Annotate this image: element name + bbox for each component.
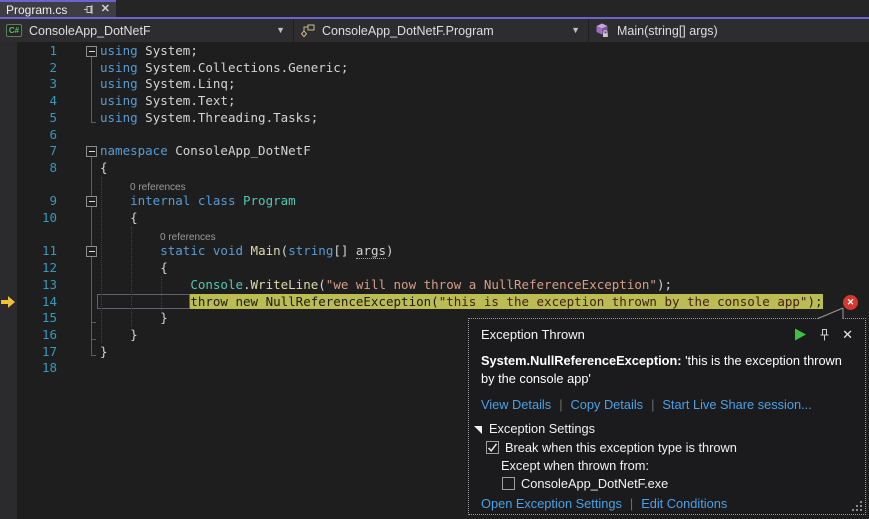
popup-callout-pointer <box>797 304 857 320</box>
exception-message: System.NullReferenceException: 'this is … <box>481 352 855 387</box>
except-when-thrown-label: Except when thrown from: <box>501 458 853 473</box>
class-dropdown[interactable]: ConsoleApp_DotNetF.Program ▼ <box>294 19 589 42</box>
checkmark-icon <box>487 442 498 453</box>
fold-toggle-icon[interactable] <box>86 146 97 157</box>
fold-guide-tick <box>91 355 96 356</box>
code-line-5[interactable]: 5using System.Threading.Tasks; <box>0 110 869 127</box>
popup-title: Exception Thrown <box>481 327 794 342</box>
line-number: 2 <box>0 60 57 77</box>
code-navigation-bar: C# ConsoleApp_DotNetF ▼ ConsoleApp_DotNe… <box>0 19 869 42</box>
line-number: 16 <box>0 327 57 344</box>
line-number: 6 <box>0 127 57 144</box>
code-line-1[interactable]: 1using System; <box>0 43 869 60</box>
line-number: 9 <box>0 193 57 210</box>
continue-play-icon[interactable] <box>794 328 807 341</box>
line-number: 8 <box>0 160 57 177</box>
exception-helper-popup: Exception Thrown ✕ System.NullReferenceE… <box>468 318 866 515</box>
tab-bar: Program.cs ✕ <box>0 0 869 19</box>
close-icon[interactable]: ✕ <box>842 328 853 341</box>
fold-guide-tick <box>91 322 96 323</box>
exception-type: System.NullReferenceException: <box>481 353 682 368</box>
module-checkbox[interactable] <box>502 477 515 490</box>
popup-action-links: View Details | Copy Details | Start Live Sha… <box>481 397 853 412</box>
code-line-8[interactable]: 8{ <box>0 160 869 177</box>
module-checkbox-label: ConsoleApp_DotNetF.exe <box>521 476 668 491</box>
exception-settings-header: Exception Settings <box>489 421 595 436</box>
private-method-icon <box>595 23 610 38</box>
link-separator: | <box>630 496 633 511</box>
member-dropdown[interactable]: Main(string[] args) <box>589 19 869 42</box>
line-number: 15 <box>0 310 57 327</box>
csharp-project-icon: C# <box>6 24 22 37</box>
link-separator: | <box>559 397 562 412</box>
link-edit-conditions[interactable]: Edit Conditions <box>641 496 727 511</box>
break-checkbox-label: Break when this exception type is thrown <box>505 440 737 455</box>
line-number: 18 <box>0 360 57 377</box>
fold-guide-tick <box>91 339 96 340</box>
line-number: 13 <box>0 277 57 294</box>
codelens-row: 0 references <box>0 177 869 194</box>
line-number: 3 <box>0 76 57 93</box>
vs-debugger-window: { "colors": { "accent_purple": "#6A63D0"… <box>0 0 869 519</box>
indent-guide <box>101 177 102 343</box>
fold-guide-line <box>91 57 92 122</box>
indent-guide <box>161 277 162 310</box>
code-line-4[interactable]: 4using System.Text; <box>0 93 869 110</box>
link-view-details[interactable]: View Details <box>481 397 551 412</box>
chevron-down-icon: ▼ <box>571 25 580 35</box>
chevron-down-icon: ▼ <box>276 25 285 35</box>
link-open-exception-settings[interactable]: Open Exception Settings <box>481 496 622 511</box>
code-line-6[interactable]: 6 <box>0 127 869 144</box>
indent-guide <box>131 227 132 327</box>
close-icon[interactable]: ✕ <box>101 4 110 15</box>
class-dropdown-label: ConsoleApp_DotNetF.Program <box>322 24 494 38</box>
line-number: 10 <box>0 210 57 227</box>
exception-line-highlight: throw new NullReferenceException("this i… <box>190 294 822 309</box>
fold-toggle-icon[interactable] <box>86 246 97 257</box>
fold-toggle-icon[interactable] <box>86 46 97 57</box>
expander-expanded-icon[interactable] <box>473 424 483 434</box>
line-number: 17 <box>0 344 57 361</box>
line-number: 1 <box>0 43 57 60</box>
member-dropdown-label: Main(string[] args) <box>617 24 718 38</box>
popup-settings-links: Open Exception Settings | Edit Conditions <box>481 496 853 511</box>
line-number: 11 <box>0 243 57 260</box>
tab-title: Program.cs <box>6 3 76 17</box>
break-checkbox[interactable] <box>486 441 499 454</box>
link-separator: | <box>651 397 654 412</box>
link-start-live-share-session[interactable]: Start Live Share session... <box>662 397 811 412</box>
pin-icon[interactable] <box>83 4 94 15</box>
tab-program-cs[interactable]: Program.cs ✕ <box>0 0 116 17</box>
link-copy-details[interactable]: Copy Details <box>571 397 644 412</box>
code-line-2[interactable]: 2using System.Collections.Generic; <box>0 60 869 77</box>
pin-icon[interactable] <box>819 328 830 342</box>
line-number: 12 <box>0 260 57 277</box>
class-icon <box>300 24 315 38</box>
fold-toggle-icon[interactable] <box>86 196 97 207</box>
line-number: 5 <box>0 110 57 127</box>
code-line-9[interactable]: 9 internal class Program <box>0 193 869 210</box>
resize-grip[interactable] <box>852 501 863 512</box>
code-line-7[interactable]: 7namespace ConsoleApp_DotNetF <box>0 143 869 160</box>
project-dropdown[interactable]: C# ConsoleApp_DotNetF ▼ <box>0 19 294 42</box>
popup-header: Exception Thrown ✕ <box>481 327 853 342</box>
line-number: 4 <box>0 93 57 110</box>
code-line-3[interactable]: 3using System.Linq; <box>0 76 869 93</box>
line-number: 7 <box>0 143 57 160</box>
fold-guide-tick <box>91 122 96 123</box>
exception-settings-section: Exception Settings Break when this excep… <box>473 421 853 511</box>
code-line-10[interactable]: 10 { <box>0 210 869 227</box>
project-dropdown-label: ConsoleApp_DotNetF <box>29 24 151 38</box>
